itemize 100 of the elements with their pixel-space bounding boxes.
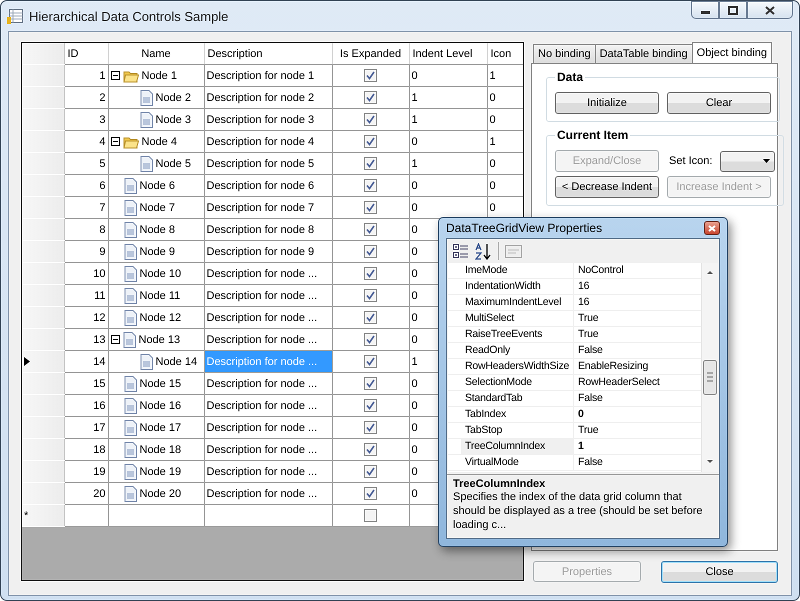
node-label: Node 8 bbox=[140, 224, 175, 236]
table-cell: Description for node 5 bbox=[204, 152, 332, 174]
document-icon bbox=[140, 354, 152, 370]
button[interactable]: Clear bbox=[667, 92, 771, 114]
checkbox[interactable] bbox=[364, 157, 377, 170]
table-cell: Description for node ... bbox=[204, 438, 332, 460]
property-name[interactable]: MaximumIndentLevel bbox=[461, 295, 574, 310]
document-icon bbox=[124, 464, 136, 480]
property-value[interactable]: RowHeaderSelect bbox=[574, 375, 660, 390]
property-value[interactable]: False bbox=[574, 391, 603, 406]
node-label: Node 16 bbox=[140, 400, 182, 412]
property-name[interactable]: SelectionMode bbox=[461, 375, 574, 390]
property-name[interactable]: MultiSelect bbox=[461, 311, 574, 326]
property-value[interactable]: False bbox=[574, 455, 603, 470]
close-button[interactable] bbox=[704, 221, 720, 235]
minimize-button[interactable] bbox=[691, 1, 719, 19]
property-name[interactable]: IndentationWidth bbox=[461, 279, 574, 294]
checkbox[interactable] bbox=[364, 465, 377, 478]
checkbox[interactable] bbox=[364, 487, 377, 500]
checkbox[interactable] bbox=[364, 443, 377, 456]
document-icon bbox=[124, 398, 136, 414]
scrollbar[interactable] bbox=[701, 263, 718, 472]
property-name[interactable]: ImeMode bbox=[461, 263, 574, 278]
sort-alphabetical-icon[interactable] bbox=[475, 242, 492, 260]
collapse-icon[interactable] bbox=[110, 71, 120, 80]
property-value[interactable]: True bbox=[574, 311, 598, 326]
property-value[interactable]: 0 bbox=[574, 407, 584, 422]
checkbox[interactable] bbox=[364, 69, 377, 82]
property-name[interactable]: RowHeadersWidthSize bbox=[461, 359, 574, 374]
property-value[interactable]: False bbox=[574, 343, 603, 358]
node-label: Node 4 bbox=[142, 136, 177, 148]
node-label: Node 13 bbox=[138, 334, 180, 346]
column-header[interactable]: Indent Level bbox=[409, 43, 487, 64]
property-name[interactable]: RaiseTreeEvents bbox=[461, 327, 574, 342]
column-header[interactable]: Is Expanded bbox=[332, 43, 409, 64]
checkbox[interactable] bbox=[364, 377, 377, 390]
checkbox[interactable] bbox=[364, 267, 377, 280]
table-cell: Description for node ... bbox=[204, 262, 332, 284]
button[interactable]: Close bbox=[661, 561, 778, 583]
checkbox[interactable] bbox=[364, 509, 377, 522]
property-value[interactable]: 16 bbox=[574, 279, 590, 294]
tab[interactable]: DataTable binding bbox=[594, 44, 693, 63]
column-header[interactable]: Name bbox=[108, 43, 204, 64]
checkbox[interactable] bbox=[364, 333, 377, 346]
node-label: Node 17 bbox=[140, 422, 182, 434]
document-icon bbox=[124, 288, 136, 304]
document-icon bbox=[124, 420, 136, 436]
checkbox[interactable] bbox=[364, 113, 377, 126]
table-cell: Description for node ... bbox=[204, 416, 332, 438]
checkbox[interactable] bbox=[364, 201, 377, 214]
checkbox[interactable] bbox=[364, 355, 377, 368]
node-label: Node 12 bbox=[140, 312, 182, 324]
set-icon-label: Set Icon: bbox=[669, 155, 712, 167]
property-name[interactable]: VirtualMode bbox=[461, 455, 574, 470]
checkbox[interactable] bbox=[364, 311, 377, 324]
property-name[interactable]: StandardTab bbox=[461, 391, 574, 406]
collapse-icon[interactable] bbox=[110, 137, 120, 146]
property-value[interactable]: EnableResizing bbox=[574, 359, 648, 374]
close-icon bbox=[765, 6, 775, 14]
property-value[interactable]: NoControl bbox=[574, 263, 624, 278]
checkbox[interactable] bbox=[364, 421, 377, 434]
row-header[interactable] bbox=[22, 350, 64, 372]
tab[interactable]: Object binding bbox=[692, 42, 772, 63]
categorized-icon[interactable] bbox=[453, 243, 469, 259]
checkbox[interactable] bbox=[364, 179, 377, 192]
new-row-marker: * bbox=[24, 510, 28, 522]
node-label: Node 7 bbox=[140, 202, 175, 214]
property-name[interactable]: TreeColumnIndex bbox=[461, 439, 574, 454]
checkbox[interactable] bbox=[364, 91, 377, 104]
checkbox[interactable] bbox=[364, 289, 377, 302]
property-value[interactable]: True bbox=[574, 327, 598, 342]
property-value[interactable]: 1 bbox=[574, 439, 584, 454]
node-label: Node 14 bbox=[156, 356, 198, 368]
property-value[interactable]: True bbox=[574, 423, 598, 438]
column-header[interactable]: Icon bbox=[487, 43, 523, 64]
checkbox[interactable] bbox=[364, 399, 377, 412]
button[interactable]: Initialize bbox=[555, 92, 659, 114]
property-name[interactable]: ReadOnly bbox=[461, 343, 574, 358]
checkbox[interactable] bbox=[364, 245, 377, 258]
table-cell: 10 bbox=[64, 262, 108, 284]
column-header[interactable]: ID bbox=[64, 43, 108, 64]
icon-dropdown[interactable] bbox=[720, 150, 776, 172]
property-name[interactable]: TabStop bbox=[461, 423, 574, 438]
table-cell: 3 bbox=[64, 108, 108, 130]
close-button[interactable] bbox=[747, 1, 793, 19]
tab[interactable]: No binding bbox=[533, 44, 596, 63]
table-cell: Description for node ... bbox=[204, 306, 332, 328]
maximize-button[interactable] bbox=[719, 1, 747, 19]
table-cell: 0 bbox=[409, 64, 487, 86]
table-cell: 14 bbox=[64, 350, 108, 372]
document-icon bbox=[124, 266, 136, 282]
property-value[interactable]: 16 bbox=[574, 295, 590, 310]
button[interactable]: < Decrease Indent bbox=[555, 176, 659, 198]
checkbox[interactable] bbox=[364, 223, 377, 236]
property-name[interactable]: TabIndex bbox=[461, 407, 574, 422]
table-cell: 1 bbox=[409, 86, 487, 108]
checkbox[interactable] bbox=[364, 135, 377, 148]
column-header[interactable]: Description bbox=[204, 43, 332, 64]
collapse-icon[interactable] bbox=[110, 335, 120, 344]
table-cell: Description for node 6 bbox=[204, 174, 332, 196]
